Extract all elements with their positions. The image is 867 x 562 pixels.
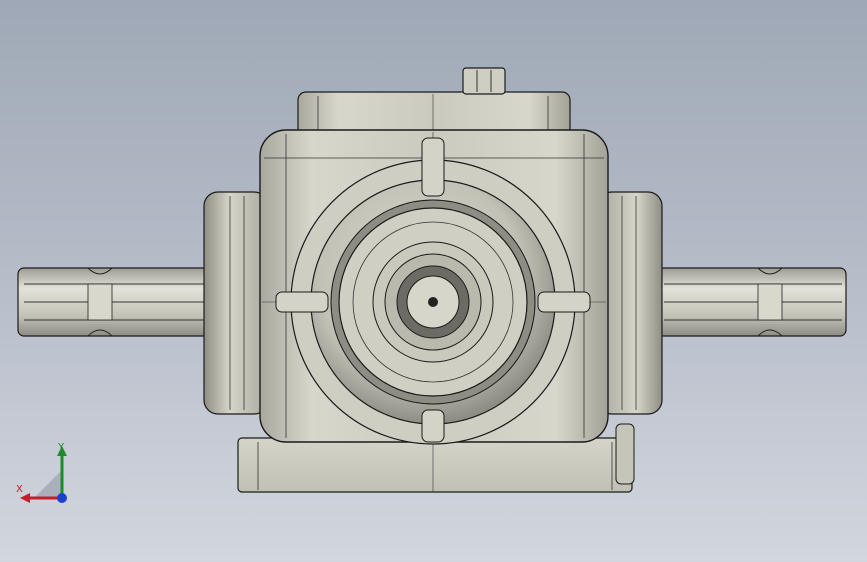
axis-triad: X Y (12, 440, 82, 510)
top-bolt[interactable] (462, 67, 506, 95)
y-axis-label: Y (58, 442, 65, 453)
right-shaft[interactable] (657, 267, 847, 337)
gearbox-model[interactable] (0, 0, 867, 562)
front-boss[interactable] (290, 159, 576, 445)
x-axis-label: X (16, 484, 23, 495)
cad-viewport[interactable]: X Y (0, 0, 867, 562)
triad-icon (20, 446, 67, 503)
left-shaft[interactable] (17, 267, 211, 337)
left-flange[interactable] (203, 191, 269, 415)
